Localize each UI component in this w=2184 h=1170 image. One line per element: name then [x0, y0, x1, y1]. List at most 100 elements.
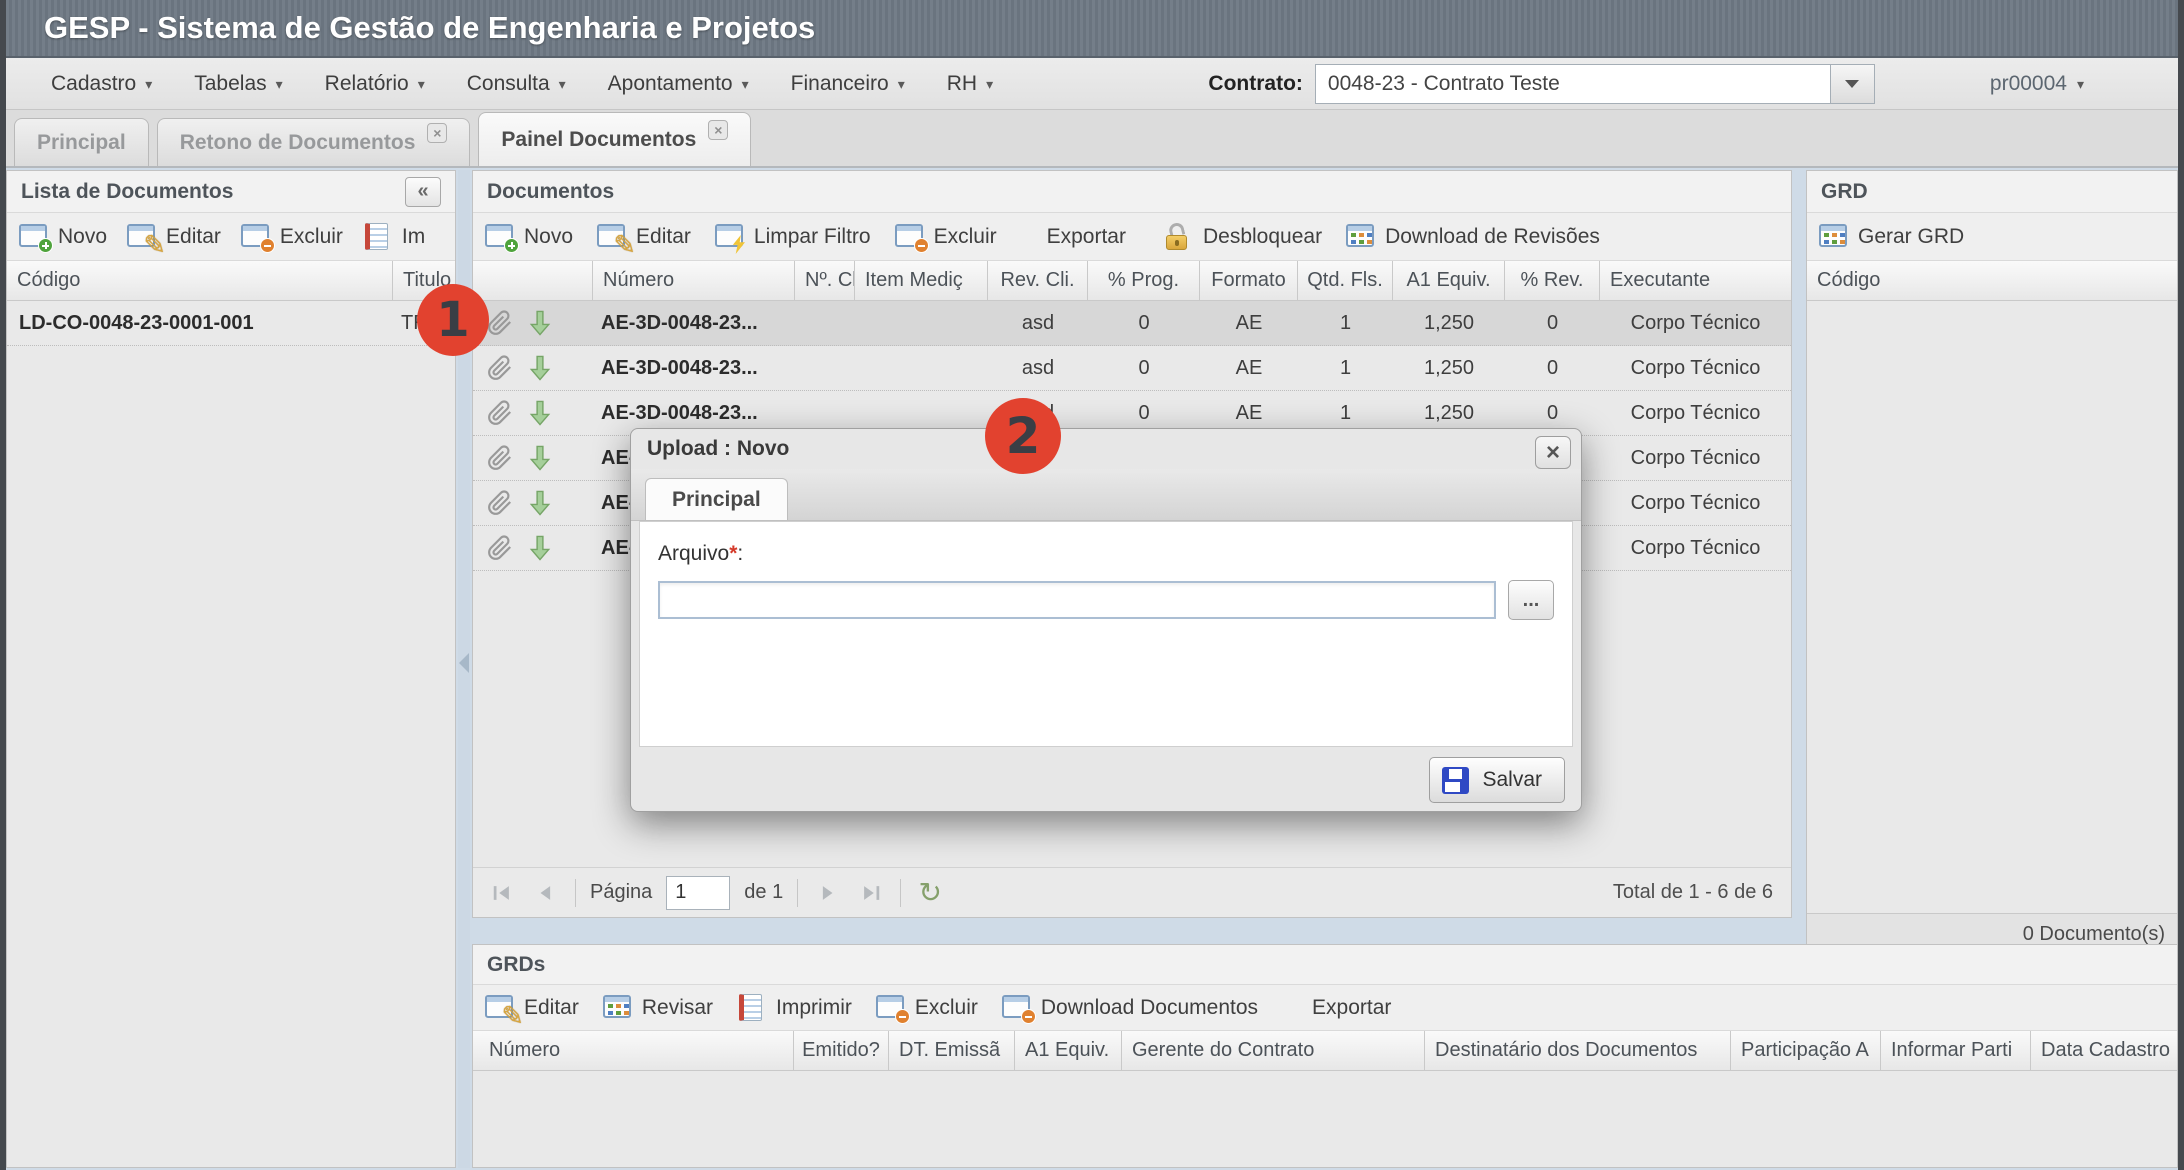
attachment-icon[interactable] — [487, 310, 513, 336]
menu-rh[interactable]: RH ▾ — [926, 58, 1014, 109]
modal-tab-principal[interactable]: Principal — [645, 478, 788, 520]
clear-filter-button[interactable]: Limpar Filtro — [715, 223, 871, 250]
generate-grd-button[interactable]: Gerar GRD — [1819, 223, 1964, 250]
download-arrow-icon[interactable] — [529, 490, 551, 516]
menu-apontamento[interactable]: Apontamento ▾ — [587, 58, 770, 109]
download-arrow-icon[interactable] — [529, 310, 551, 336]
download-arrow-icon[interactable] — [529, 400, 551, 426]
grds-toolbar: ✎ Editar Revisar Imprimir Excluir — [473, 985, 2177, 1031]
main-menubar: Cadastro ▾ Tabelas ▾ Relatório ▾ Consult… — [0, 58, 2184, 110]
modal-titlebar[interactable]: Upload : Novo — [631, 429, 1581, 469]
column-header-gerente[interactable]: Gerente do Contrato — [1122, 1031, 1425, 1070]
page-number-input[interactable] — [666, 876, 730, 910]
cell-rev: 0 — [1505, 346, 1600, 390]
edit-button[interactable]: ✎ Editar — [485, 994, 579, 1021]
download-revisions-button[interactable]: Download de Revisões — [1346, 223, 1600, 250]
delete-icon — [876, 994, 906, 1021]
column-header-destinatario[interactable]: Destinatário dos Documentos — [1425, 1031, 1731, 1070]
tab-principal[interactable]: Principal — [14, 118, 149, 166]
attachment-icon[interactable] — [487, 535, 513, 561]
column-header-qtd-fls[interactable]: Qtd. Fls. — [1298, 261, 1393, 300]
browse-button[interactable]: ... — [1508, 580, 1554, 620]
close-icon[interactable]: × — [708, 120, 728, 140]
column-header-num-cliente[interactable]: Nº. Cli — [795, 261, 855, 300]
collapse-panel-button[interactable]: « — [405, 177, 441, 207]
new-button[interactable]: Novo — [19, 223, 107, 250]
document-row[interactable]: AE-3D-0048-23... asd 0 AE 1 1,250 0 Corp… — [473, 346, 1791, 391]
menu-cadastro[interactable]: Cadastro ▾ — [30, 58, 173, 109]
column-header-numero[interactable]: Número — [473, 1031, 794, 1070]
column-header-dt-emissao[interactable]: DT. Emissã — [889, 1031, 1015, 1070]
column-header-numero[interactable]: Número — [593, 261, 795, 300]
attachment-icon[interactable] — [487, 400, 513, 426]
download-arrow-icon[interactable] — [529, 445, 551, 471]
first-page-button[interactable] — [487, 878, 517, 908]
user-menu[interactable]: pr00004 ▾ — [1990, 72, 2084, 96]
column-header-a1-equiv[interactable]: A1 Equiv. — [1015, 1031, 1122, 1070]
last-page-button[interactable] — [856, 878, 886, 908]
close-icon[interactable]: × — [427, 123, 447, 143]
column-header-participacao[interactable]: Participação A — [1731, 1031, 1881, 1070]
close-icon[interactable]: × — [1535, 436, 1571, 469]
download-arrow-icon[interactable] — [529, 355, 551, 381]
delete-icon — [895, 223, 925, 250]
tab-retono-de-documentos[interactable]: Retono de Documentos × — [157, 118, 471, 166]
column-header-codigo[interactable]: Código — [1807, 261, 2177, 300]
export-button[interactable]: Exportar — [1312, 996, 1391, 1020]
tab-painel-documentos[interactable]: Painel Documentos × — [478, 112, 751, 166]
cell-numero: AE-3D-0048-23... — [593, 346, 795, 390]
contract-input[interactable] — [1316, 65, 1830, 103]
menu-consulta[interactable]: Consulta ▾ — [446, 58, 587, 109]
previous-page-button[interactable] — [531, 878, 561, 908]
menu-relatorio[interactable]: Relatório ▾ — [304, 58, 446, 109]
column-header-rev[interactable]: % Rev. — [1505, 261, 1600, 300]
chevron-down-icon: ▾ — [418, 77, 425, 91]
print-button[interactable]: Im — [363, 223, 425, 250]
new-button[interactable]: Novo — [485, 223, 573, 250]
column-header-item-medicao[interactable]: Item Mediç — [855, 261, 988, 300]
column-header-informar-participacao[interactable]: Informar Parti — [1881, 1031, 2031, 1070]
next-page-button[interactable] — [812, 878, 842, 908]
panel-title: Lista de Documentos — [21, 180, 233, 204]
document-list-row[interactable]: LD-CO-0048-23-0001-001 TR... — [7, 301, 455, 346]
document-row[interactable]: AE-3D-0048-23... asd 0 AE 1 1,250 0 Corp… — [473, 301, 1791, 346]
column-header-rev-cli[interactable]: Rev. Cli. — [988, 261, 1088, 300]
cell-item-medicao — [855, 346, 988, 390]
menu-financeiro[interactable]: Financeiro ▾ — [770, 58, 926, 109]
export-button[interactable]: Exportar — [1047, 225, 1126, 249]
cell-a1-equiv: 1,250 — [1393, 346, 1505, 390]
revise-button[interactable]: Revisar — [603, 994, 713, 1021]
download-arrow-icon[interactable] — [529, 535, 551, 561]
delete-button[interactable]: Excluir — [876, 994, 978, 1021]
column-header-formato[interactable]: Formato — [1200, 261, 1298, 300]
refresh-icon[interactable]: ↻ — [915, 878, 945, 908]
column-header-executante[interactable]: Executante — [1600, 261, 1791, 300]
column-header-a1-equiv[interactable]: A1 Equiv. — [1393, 261, 1505, 300]
cell-executante: Corpo Técnico — [1600, 346, 1791, 390]
unlock-button[interactable]: Desbloquear — [1164, 223, 1322, 250]
workspace-tabstrip: Principal Retono de Documentos × Painel … — [0, 110, 2184, 168]
attachment-icon[interactable] — [487, 355, 513, 381]
print-button[interactable]: Imprimir — [737, 994, 852, 1021]
contract-dropdown-button[interactable] — [1830, 65, 1874, 103]
attachment-icon[interactable] — [487, 445, 513, 471]
save-button[interactable]: Salvar — [1429, 757, 1565, 803]
contract-combobox[interactable] — [1315, 64, 1875, 104]
download-documents-button[interactable]: Download Documentos — [1002, 994, 1258, 1021]
chevron-down-icon: ▾ — [2077, 77, 2084, 91]
toolbar-separator — [797, 879, 798, 907]
menu-tabelas[interactable]: Tabelas ▾ — [173, 58, 303, 109]
column-header-emitido[interactable]: Emitido? — [794, 1031, 889, 1070]
column-header-data-cadastro[interactable]: Data Cadastro — [2031, 1031, 2177, 1070]
edit-icon: ✎ — [597, 223, 627, 250]
file-path-input[interactable] — [658, 581, 1496, 619]
splitter-collapse-handle[interactable] — [459, 653, 469, 673]
delete-button[interactable]: Excluir — [895, 223, 997, 250]
edit-button[interactable]: ✎ Editar — [127, 223, 221, 250]
delete-button[interactable]: Excluir — [241, 223, 343, 250]
attachment-icon[interactable] — [487, 490, 513, 516]
column-header-prog[interactable]: % Prog. — [1088, 261, 1200, 300]
toolbar-separator — [575, 879, 576, 907]
edit-button[interactable]: ✎ Editar — [597, 223, 691, 250]
column-header-codigo[interactable]: Código — [7, 261, 393, 300]
